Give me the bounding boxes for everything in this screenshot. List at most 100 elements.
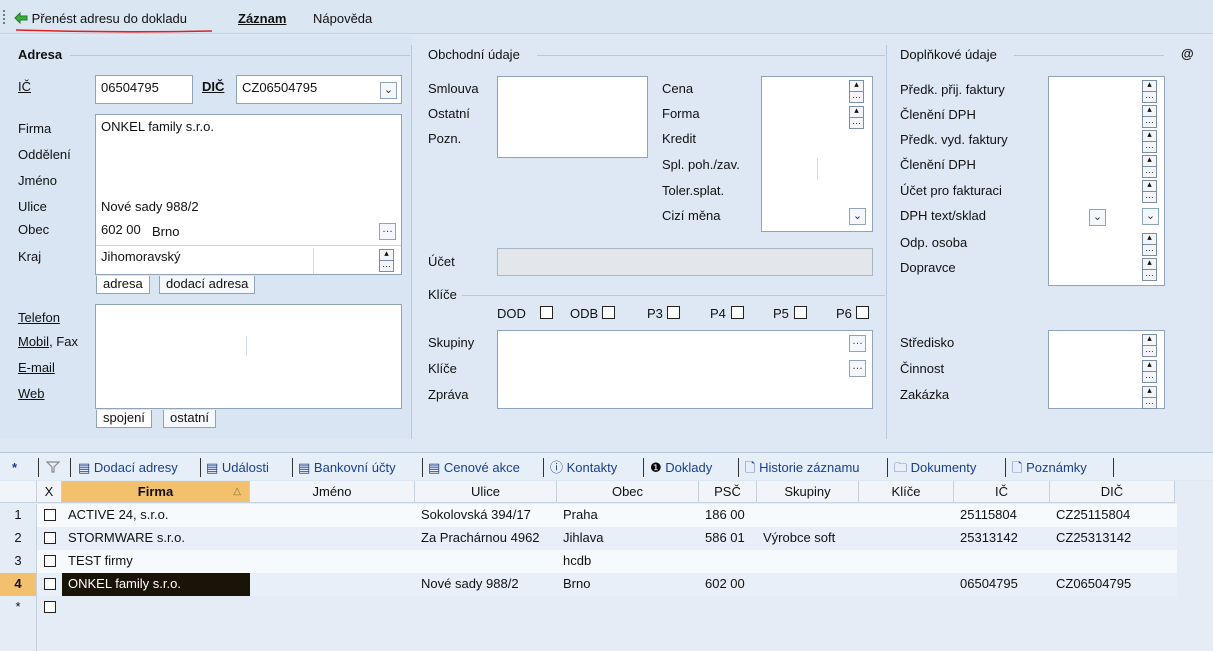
- new-row-marker[interactable]: *: [0, 596, 37, 619]
- extra-spin-6b[interactable]: …: [1142, 244, 1157, 256]
- tab-dokumenty-label: Dokumenty: [910, 460, 977, 475]
- stredisko-spin-down[interactable]: …: [1142, 345, 1157, 357]
- tab-doklady[interactable]: ❶ Doklady: [650, 460, 712, 476]
- dic-dropdown-button[interactable]: ⌄: [380, 82, 397, 99]
- check-odb[interactable]: [602, 306, 615, 319]
- check-p6[interactable]: [856, 306, 869, 319]
- col-header-jmeno[interactable]: Jméno: [250, 481, 415, 503]
- skupiny-ellipsis-button[interactable]: …: [849, 335, 866, 352]
- extra-spin-0b[interactable]: …: [1142, 91, 1157, 103]
- skupiny-field[interactable]: [497, 330, 873, 409]
- row-number-selected[interactable]: 4: [0, 573, 37, 596]
- check-p5[interactable]: [794, 306, 807, 319]
- cell-obec: Jihlava: [563, 530, 604, 545]
- cinnost-spin-down[interactable]: …: [1142, 371, 1157, 383]
- extra-spin-7b[interactable]: …: [1142, 269, 1157, 281]
- zakazka-spin-down[interactable]: …: [1142, 397, 1157, 409]
- extra-row-2: Předk. vyd. faktury: [900, 132, 1008, 147]
- subtab-spojeni[interactable]: spojení: [96, 410, 152, 428]
- row-checkbox[interactable]: [44, 509, 56, 521]
- jmeno-label: Jméno: [18, 173, 58, 188]
- tab-kontakty[interactable]: ⓘ Kontakty: [550, 460, 617, 476]
- row-number[interactable]: 2: [0, 527, 37, 550]
- row-number[interactable]: 1: [0, 504, 37, 527]
- extra-spin-column: ▴ … ▴ … ▴ … ▴ … ▴ … ⌄ ▴ … ▴ …: [1142, 78, 1160, 284]
- transfer-address-label: Přenést adresu do dokladu: [31, 11, 188, 26]
- tab-poznamky[interactable]: 🗋 Poznámky: [1012, 460, 1087, 476]
- tab-udalosti[interactable]: ▤ Události: [206, 460, 269, 476]
- tab-cenove-akce[interactable]: ▤ Cenové akce: [428, 460, 520, 476]
- kraj-spin-down[interactable]: …: [379, 260, 394, 272]
- grid-empty-indicator: [0, 619, 37, 651]
- col-header-skupiny[interactable]: Skupiny: [757, 481, 859, 503]
- check-p4[interactable]: [731, 306, 744, 319]
- tab-poznamky-label: Poznámky: [1026, 460, 1087, 475]
- filter-icon[interactable]: [45, 460, 61, 476]
- obec-ellipsis-button[interactable]: …: [379, 223, 396, 240]
- col-header-dic[interactable]: DIČ: [1050, 481, 1175, 503]
- tab-dodaci-adresy-label: Dodací adresy: [93, 460, 178, 475]
- dic-value: CZ06504795: [242, 80, 318, 95]
- extra-spin-1b[interactable]: …: [1142, 116, 1157, 128]
- kraj-label: Kraj: [18, 249, 42, 264]
- col-header-ico[interactable]: IČ: [954, 481, 1050, 503]
- red-annotation-underline: [15, 29, 213, 33]
- toolbar-grip[interactable]: [3, 10, 6, 24]
- new-row-checkbox[interactable]: [44, 601, 56, 613]
- subtab-dodaci-adresa[interactable]: dodací adresa: [159, 276, 256, 294]
- check-dod[interactable]: [540, 306, 553, 319]
- extra-spin-2b[interactable]: …: [1142, 141, 1157, 153]
- telefon-label[interactable]: Telefon: [18, 310, 60, 326]
- tab-star[interactable]: *: [12, 460, 17, 476]
- cena-spin-down[interactable]: …: [849, 91, 864, 103]
- row-checkbox[interactable]: [44, 532, 56, 544]
- email-label[interactable]: E-mail: [18, 360, 55, 376]
- col-header-psc[interactable]: PSČ: [699, 481, 757, 503]
- col-header-klice[interactable]: Klíče: [859, 481, 954, 503]
- mobil-label[interactable]: Mobil: [18, 334, 49, 349]
- dph-text-dropdown-button[interactable]: ⌄: [1089, 209, 1106, 226]
- obec-value: Brno: [152, 224, 180, 239]
- col-header-ulice[interactable]: Ulice: [415, 481, 557, 503]
- menu-record[interactable]: Záznam: [238, 10, 286, 28]
- at-icon[interactable]: @: [1181, 46, 1194, 62]
- row-number[interactable]: 3: [0, 550, 37, 573]
- cizimena-dropdown-button[interactable]: ⌄: [849, 208, 866, 225]
- dic-label[interactable]: DIČ: [202, 79, 224, 95]
- ico-label[interactable]: IČ: [18, 79, 31, 95]
- col-header-firma[interactable]: Firma △: [62, 481, 250, 503]
- col-header-x[interactable]: X: [37, 481, 62, 503]
- extra-title: Doplňkové údaje: [900, 47, 997, 62]
- col-header-obec[interactable]: Obec: [557, 481, 699, 503]
- tab-dokumenty[interactable]: 🗀 Dokumenty: [894, 460, 976, 476]
- subtab-ostatni[interactable]: ostatní: [163, 410, 217, 428]
- extra-dropdown-5[interactable]: ⌄: [1142, 208, 1159, 225]
- check-p5-label: P5: [773, 306, 789, 321]
- mobil-fax-label: Mobil, Fax: [18, 334, 78, 350]
- transfer-address-button[interactable]: Přenést adresu do dokladu: [14, 10, 187, 28]
- ucet-field[interactable]: [497, 248, 873, 276]
- cell-firma: ACTIVE 24, s.r.o.: [68, 507, 169, 522]
- cell-firma[interactable]: ONKEL family s.r.o.: [62, 573, 250, 595]
- row-checkbox[interactable]: [44, 555, 56, 567]
- contact-area[interactable]: [95, 304, 402, 409]
- tab-dodaci-adresy[interactable]: ▤ Dodací adresy: [78, 460, 178, 476]
- klice-ellipsis-button[interactable]: …: [849, 360, 866, 377]
- smlouva-label: Smlouva: [428, 81, 479, 96]
- check-p3[interactable]: [667, 306, 680, 319]
- forma-spin-down[interactable]: …: [849, 117, 864, 129]
- subtab-adresa[interactable]: adresa: [96, 276, 150, 294]
- row-checkbox[interactable]: [44, 578, 56, 590]
- menu-help[interactable]: Nápověda: [313, 10, 372, 28]
- col-header-firma-label: Firma: [137, 484, 174, 499]
- extra-spin-3b[interactable]: …: [1142, 166, 1157, 178]
- klice-label: Klíče: [428, 361, 457, 376]
- smlouva-field[interactable]: [497, 76, 648, 158]
- firma-value: ONKEL family s.r.o.: [101, 119, 214, 134]
- tab-historie-zaznamu[interactable]: 🗋 Historie záznamu: [745, 460, 860, 476]
- zprava-label: Zpráva: [428, 387, 469, 402]
- extra-spin-4b[interactable]: …: [1142, 191, 1157, 203]
- web-label[interactable]: Web: [18, 386, 45, 402]
- ostatni-label: Ostatní: [428, 106, 470, 121]
- tab-bankovni-ucty[interactable]: ▤ Bankovní účty: [298, 460, 396, 476]
